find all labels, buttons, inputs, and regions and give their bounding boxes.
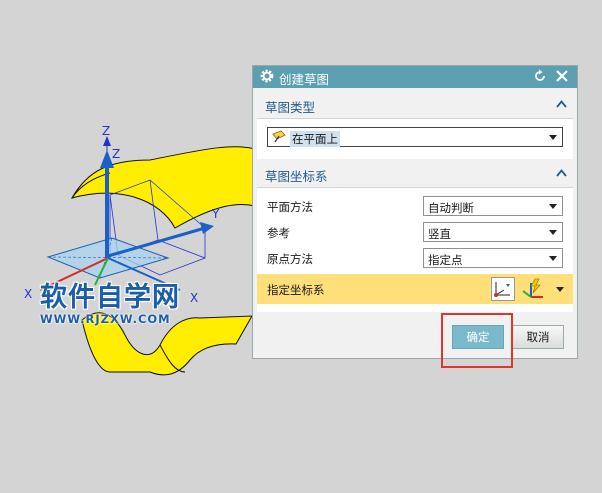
upper-surface[interactable] [70,146,263,229]
watermark-url: WWW.RJZXW.COM [40,312,171,326]
dialog-title: 创建草图 [279,72,330,87]
chevron-up-icon[interactable] [556,169,567,177]
origin-method-label: 原点方法 [267,252,313,266]
dropdown-arrow-icon [556,287,564,292]
dropdown-arrow-icon [549,230,557,235]
sketch-csys-title: 草图坐标系 [265,169,328,184]
axis-label-z-top: Z [102,124,110,138]
origin-method-value: 指定点 [428,253,463,267]
dropdown-arrow-icon [549,204,557,209]
sketch-csys-body: 平面方法 自动判断 参考 竖直 原点方法 指定点 指定坐标系 [257,187,573,312]
axis-label-x-left: X [24,287,32,301]
csys-options-dropdown[interactable] [553,277,567,301]
gear-icon[interactable] [259,68,275,84]
reference-value: 竖直 [428,227,451,241]
watermark: 软件自学网 WWW.RJZXW.COM [40,275,180,326]
inferred-csys-icon [522,278,543,298]
plane-method-row: 平面方法 自动判断 [257,193,573,219]
origin-method-row: 原点方法 指定点 [257,245,573,271]
highlight-box [441,313,513,368]
chevron-up-icon[interactable] [556,100,567,108]
plane-method-label: 平面方法 [267,200,313,214]
sketch-type-title: 草图类型 [265,100,316,115]
inferred-csys-button[interactable] [519,277,551,301]
sketch-csys-header[interactable]: 草图坐标系 [257,163,573,185]
specify-csys-label: 指定坐标系 [267,283,325,297]
dropdown-arrow-icon [549,256,557,261]
reset-icon[interactable] [533,69,547,83]
reference-select[interactable]: 竖直 [423,222,563,242]
csys-dialog-button[interactable] [491,277,515,301]
axis-label-y: Y [211,207,220,221]
sketch-type-body: 在平面上 [257,118,573,159]
reference-row: 参考 竖直 [257,219,573,245]
sketch-type-select[interactable]: 在平面上 [267,127,563,147]
close-icon[interactable] [555,69,569,83]
sketch-type-value: 在平面上 [290,131,340,147]
y-axis[interactable] [107,222,214,258]
reference-label: 参考 [267,226,290,240]
axis-label-x-right: X [190,291,198,305]
plane-method-value: 自动判断 [428,201,474,215]
cancel-button[interactable]: 取消 [512,325,564,349]
sketch-type-header[interactable]: 草图类型 [257,94,573,116]
plane-method-select[interactable]: 自动判断 [423,196,563,216]
origin-method-select[interactable]: 指定点 [423,248,563,268]
create-sketch-dialog: 创建草图 草图类型 在平面上 草图坐标系 平面方法 自动判断 参考 竖直 原点方… [252,65,578,359]
dropdown-arrow-icon [549,135,557,140]
dialog-title-bar[interactable]: 创建草图 [253,66,577,88]
specify-csys-row[interactable]: 指定坐标系 [257,274,573,304]
watermark-title: 软件自学网 [40,282,180,313]
csys-dialog-icon [494,282,510,297]
plane-sketch-icon [272,130,286,143]
axis-label-z: Z [112,147,120,161]
